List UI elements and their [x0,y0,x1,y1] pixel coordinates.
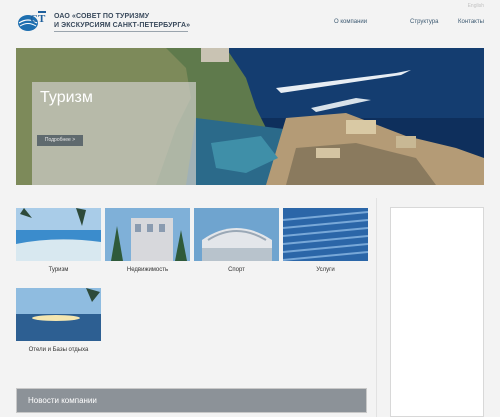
sidebar-panel [390,207,484,417]
hero-caption-box: Туризм Подробнее > [32,82,196,185]
hero-banner: Туризм Подробнее > [16,48,484,185]
svg-text:СТ: СТ [30,13,46,25]
news-title: Новости компании [28,396,97,405]
brand-underline [54,31,188,32]
tile-tourism-image [16,208,101,261]
company-name: ОАО «СОВЕТ ПО ТУРИЗМУ И ЭКСКУРСИЯМ САНКТ… [54,12,190,32]
tile-hotels-label: Отели и Базы отдыха [28,347,89,353]
hero-more-button[interactable]: Подробнее > [37,135,83,146]
tile-services-label: Услуги [316,267,335,273]
logo-icon: СТ [18,11,46,31]
nav-contacts[interactable]: Контакты [458,19,484,25]
tile-hotels-image [16,288,101,341]
tile-sport[interactable]: Спорт [194,208,279,274]
company-name-line1: ОАО «СОВЕТ ПО ТУРИЗМУ [54,13,150,20]
tile-real-estate-image [105,208,190,261]
hero-title: Туризм [40,89,93,106]
tile-tourism-label: Туризм [48,267,69,273]
company-name-line2: И ЭКСКУРСИЯМ САНКТ-ПЕТЕРБУРГА» [54,22,191,29]
tile-sport-image [194,208,279,261]
nav-about[interactable]: О компании [334,19,367,25]
tile-real-estate-label: Недвижимость [126,267,169,273]
tile-sport-label: Спорт [228,267,245,273]
news-header[interactable]: Новости компании [16,388,367,413]
column-divider [376,198,377,417]
tile-services-image [283,208,368,261]
tile-services[interactable]: Услуги [283,208,368,274]
nav-structure[interactable]: Структура [410,19,438,25]
tile-hotels[interactable]: Отели и Базы отдыха [16,288,101,354]
tile-real-estate[interactable]: Недвижимость [105,208,190,274]
company-logo[interactable]: СТ [16,9,48,33]
language-link[interactable]: English [468,3,484,9]
tile-tourism[interactable]: Туризм [16,208,101,274]
